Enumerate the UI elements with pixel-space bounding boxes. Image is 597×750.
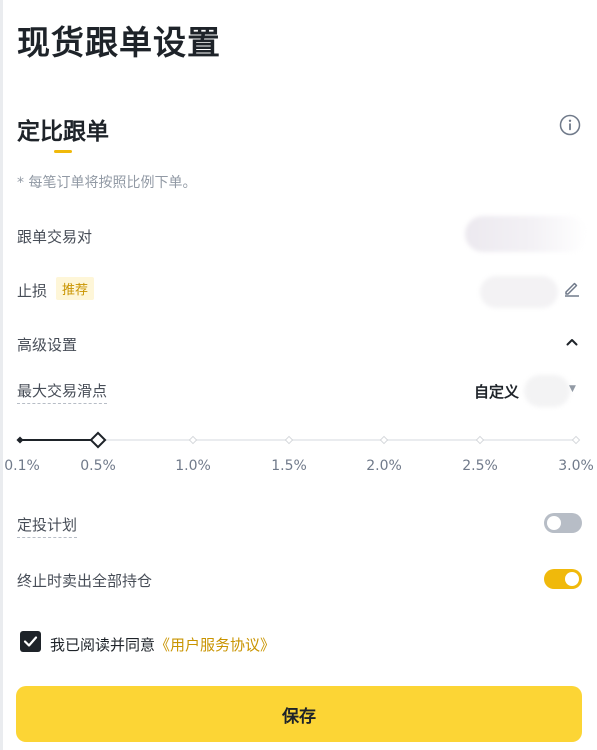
slider-mark[interactable] <box>475 435 485 445</box>
sell-all-label: 终止时卖出全部持仓 <box>17 572 153 590</box>
toggle-knob <box>547 516 561 530</box>
slider-tick-label: 0.1% <box>4 458 40 474</box>
check-icon <box>23 636 38 647</box>
sell-all-toggle[interactable] <box>544 569 582 589</box>
save-button[interactable]: 保存 <box>16 686 582 742</box>
dca-plan-toggle[interactable] <box>544 513 582 533</box>
slider-mark[interactable] <box>379 435 389 445</box>
toggle-knob <box>565 572 579 586</box>
slider-mark[interactable] <box>16 436 24 444</box>
slider-tick-label: 1.0% <box>175 458 211 474</box>
slider-tick-label: 2.0% <box>366 458 402 474</box>
slider-tick-label: 3.0% <box>558 458 594 474</box>
slider-tick-label: 1.5% <box>271 458 307 474</box>
recommended-badge: 推荐 <box>56 277 95 300</box>
pair-selector[interactable] <box>465 216 587 252</box>
slider-tick-label: 2.5% <box>462 458 498 474</box>
edit-icon[interactable] <box>563 279 581 297</box>
ratio-note: * 每笔订单将按照比例下单。 <box>17 175 197 191</box>
slider-tick-label: 0.5% <box>80 458 116 474</box>
max-slippage-label: 最大交易滑点 <box>17 380 108 404</box>
agreement-checkbox[interactable] <box>20 631 41 652</box>
section-title: 定比跟单 <box>17 119 109 145</box>
advanced-settings-label[interactable]: 高级设置 <box>17 334 77 355</box>
stop-loss-label: 止损 <box>17 282 48 300</box>
pair-label: 跟单交易对 <box>17 228 93 246</box>
dropdown-caret-icon[interactable]: ▼ <box>569 384 576 394</box>
dca-plan-label: 定投计划 <box>17 514 78 538</box>
slippage-mode-value[interactable]: 自定义 <box>474 381 519 402</box>
page-title: 现货跟单设置 <box>17 23 221 62</box>
slippage-custom-input[interactable] <box>524 375 570 407</box>
slider-mark[interactable] <box>571 435 581 445</box>
stop-loss-value[interactable] <box>480 276 558 308</box>
slider-mark[interactable] <box>284 435 294 445</box>
left-edge-divider <box>0 0 3 750</box>
chevron-up-icon[interactable] <box>565 335 579 349</box>
info-icon[interactable] <box>559 114 581 136</box>
agreement-text: 我已阅读并同意《用户服务协议》 <box>50 634 275 655</box>
agreement-prefix: 我已阅读并同意 <box>50 636 156 654</box>
section-title-underline <box>54 150 72 153</box>
slider-mark[interactable] <box>188 435 198 445</box>
user-agreement-link[interactable]: 《用户服务协议》 <box>155 636 275 654</box>
slider-handle[interactable] <box>89 431 107 449</box>
